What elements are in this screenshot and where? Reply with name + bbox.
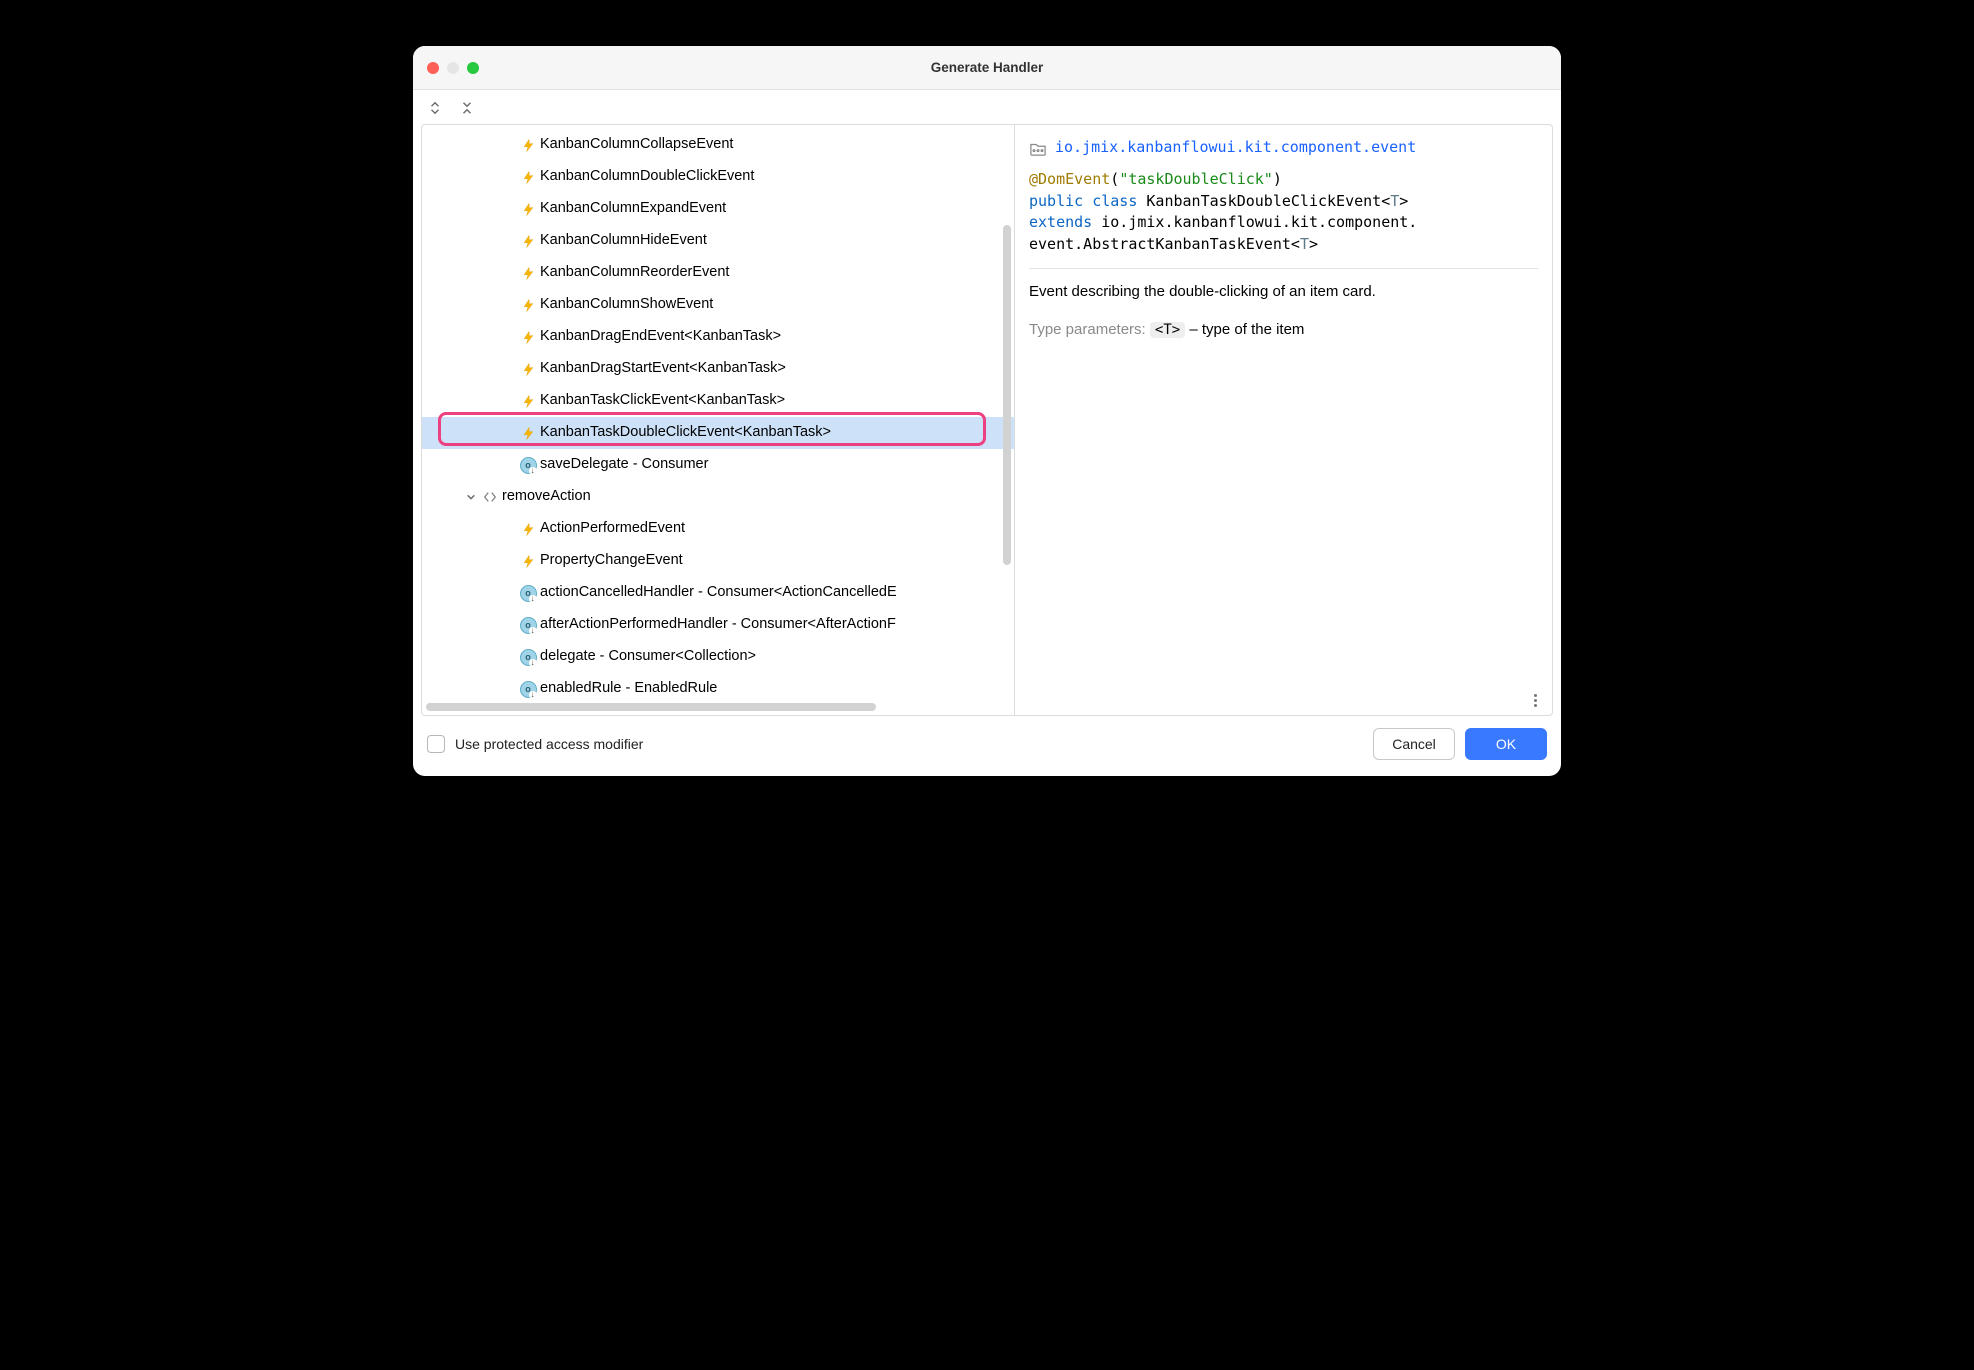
tree-item[interactable]: odelegate - Consumer<Collection> (422, 641, 1014, 673)
type-parameter-desc: – type of the item (1189, 321, 1304, 338)
delegate-icon: o (518, 585, 538, 602)
minimize-window-button[interactable] (447, 62, 459, 74)
class-signature: @DomEvent("taskDoubleClick") public clas… (1029, 169, 1538, 256)
package-row: io.jmix.kanbanflowui.kit.component.event (1029, 137, 1538, 159)
dialog-title: Generate Handler (413, 60, 1561, 75)
tree-item[interactable]: oafterActionPerformedHandler - Consumer<… (422, 609, 1014, 641)
tree-item-label: PropertyChangeEvent (540, 552, 683, 569)
tree-item[interactable]: KanbanColumnShowEvent (422, 289, 1014, 321)
tree-item-label: enabledRule - EnabledRule (540, 680, 717, 697)
separator (1029, 268, 1538, 269)
event-description: Event describing the double-clicking of … (1029, 281, 1538, 303)
type-parameters-row: Type parameters: <T> – type of the item (1029, 319, 1538, 341)
tree-item[interactable]: ActionPerformedEvent (422, 513, 1014, 545)
delegate-icon: o (518, 681, 538, 698)
tree-item[interactable]: removeAction (422, 481, 1014, 513)
delegate-icon: o (518, 457, 538, 474)
type-parameter-chip: <T> (1150, 322, 1185, 338)
tree-item-label: actionCancelledHandler - Consumer<Action… (540, 584, 897, 601)
event-bolt-icon (518, 362, 538, 377)
cancel-button[interactable]: Cancel (1373, 728, 1455, 760)
tree-item-label: KanbanColumnHideEvent (540, 232, 707, 249)
event-bolt-icon (518, 298, 538, 313)
expand-all-icon[interactable] (427, 100, 443, 116)
tree-item[interactable]: KanbanColumnExpandEvent (422, 193, 1014, 225)
close-window-button[interactable] (427, 62, 439, 74)
package-name: io.jmix.kanbanflowui.kit.component.event (1055, 137, 1416, 159)
tree-item[interactable]: KanbanDragStartEvent<KanbanTask> (422, 353, 1014, 385)
more-options-icon[interactable] (1526, 691, 1544, 709)
tree-item-label: delegate - Consumer<Collection> (540, 648, 756, 665)
event-bolt-icon (518, 330, 538, 345)
event-bolt-icon (518, 138, 538, 153)
dialog-content: KanbanColumnCollapseEvent KanbanColumnDou… (413, 124, 1561, 716)
tree-item-selected[interactable]: KanbanTaskDoubleClickEvent<KanbanTask> (422, 417, 1014, 449)
handler-tree-panel: KanbanColumnCollapseEvent KanbanColumnDou… (421, 124, 1015, 716)
tree-item-label: ActionPerformedEvent (540, 520, 685, 537)
tree-item-label: KanbanColumnReorderEvent (540, 264, 729, 281)
tree-item-label: saveDelegate - Consumer (540, 456, 708, 473)
detail-panel: io.jmix.kanbanflowui.kit.component.event… (1015, 124, 1553, 716)
event-bolt-icon (518, 394, 538, 409)
event-bolt-icon (518, 554, 538, 569)
tree-item-label: KanbanColumnShowEvent (540, 296, 713, 313)
delegate-icon: o (518, 649, 538, 666)
tree-item[interactable]: oactionCancelledHandler - Consumer<Actio… (422, 577, 1014, 609)
xml-tag-icon (480, 489, 500, 505)
event-bolt-icon (518, 170, 538, 185)
zoom-window-button[interactable] (467, 62, 479, 74)
event-bolt-icon (518, 234, 538, 249)
chevron-down-icon[interactable] (462, 492, 480, 502)
tree-item[interactable]: osaveDelegate - Consumer (422, 449, 1014, 481)
protected-modifier-label: Use protected access modifier (455, 736, 643, 752)
ok-button[interactable]: OK (1465, 728, 1547, 760)
toolbar (413, 90, 1561, 124)
event-bolt-icon (518, 266, 538, 281)
tree-item-label: afterActionPerformedHandler - Consumer<A… (540, 616, 896, 633)
window-controls (427, 62, 479, 74)
event-bolt-icon (518, 202, 538, 217)
collapse-all-icon[interactable] (459, 100, 475, 116)
event-bolt-icon (518, 426, 538, 441)
tree-item[interactable]: KanbanTaskClickEvent<KanbanTask> (422, 385, 1014, 417)
tree-item[interactable]: oenabledRule - EnabledRule (422, 673, 1014, 705)
titlebar: Generate Handler (413, 46, 1561, 90)
protected-modifier-checkbox[interactable] (427, 735, 445, 753)
tree-item[interactable]: PropertyChangeEvent (422, 545, 1014, 577)
package-icon (1029, 140, 1047, 156)
tree-item-label: KanbanColumnCollapseEvent (540, 136, 733, 153)
tree-item-label: KanbanDragEndEvent<KanbanTask> (540, 328, 781, 345)
tree-item-label: KanbanTaskClickEvent<KanbanTask> (540, 392, 785, 409)
delegate-icon: o (518, 617, 538, 634)
dialog-window: Generate Handler KanbanColumnCollapseEve… (413, 46, 1561, 776)
tree-item-label: removeAction (502, 488, 591, 505)
vertical-scrollbar[interactable] (1003, 225, 1011, 565)
tree-item[interactable]: KanbanDragEndEvent<KanbanTask> (422, 321, 1014, 353)
horizontal-scrollbar[interactable] (426, 703, 876, 711)
tree-item[interactable]: KanbanColumnCollapseEvent (422, 129, 1014, 161)
dialog-footer: Use protected access modifier Cancel OK (413, 716, 1561, 776)
event-bolt-icon (518, 522, 538, 537)
tree-item[interactable]: KanbanColumnHideEvent (422, 225, 1014, 257)
type-parameters-label: Type parameters: (1029, 321, 1146, 338)
tree-item-label: KanbanTaskDoubleClickEvent<KanbanTask> (540, 424, 831, 441)
tree-item-label: KanbanColumnExpandEvent (540, 200, 726, 217)
tree-item-label: KanbanDragStartEvent<KanbanTask> (540, 360, 786, 377)
tree-item[interactable]: KanbanColumnReorderEvent (422, 257, 1014, 289)
tree-item[interactable]: KanbanColumnDoubleClickEvent (422, 161, 1014, 193)
handler-tree[interactable]: KanbanColumnCollapseEvent KanbanColumnDou… (422, 125, 1014, 715)
tree-item-label: KanbanColumnDoubleClickEvent (540, 168, 754, 185)
